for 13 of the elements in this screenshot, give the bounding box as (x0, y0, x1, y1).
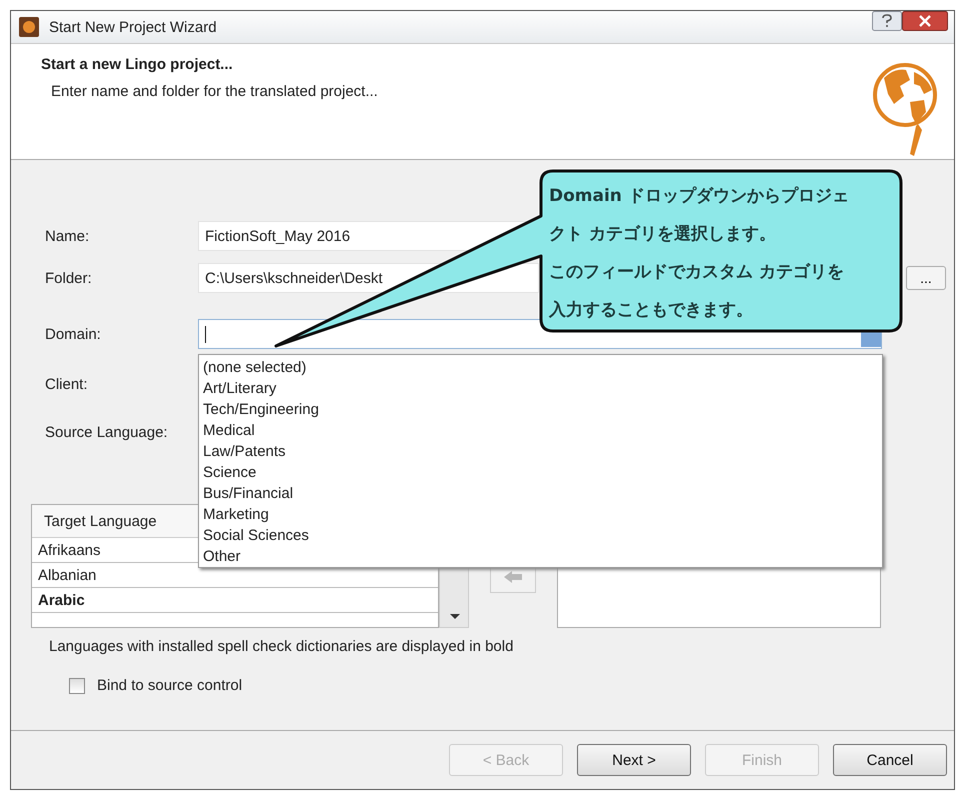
hint-text: Languages with installed spell check dictionaries are displayed in bold (48, 638, 514, 655)
callout-text: このフィールドでカスタム カテゴリを (549, 261, 844, 284)
field-label: Name: (44, 228, 90, 244)
field-label: Folder: (44, 270, 93, 286)
page-title: Start a new Lingo project... (41, 56, 234, 73)
field-label: Source Language: (44, 424, 169, 440)
callout-text: クト カテゴリを選択します。 (549, 223, 776, 246)
callout-text: 入力することもできます。 (549, 299, 753, 322)
field-label: Domain: (44, 326, 102, 342)
callout-text: Domain ドロップダウンからプロジェ (549, 185, 849, 208)
field-label: Client: (44, 376, 89, 392)
page-subtitle: Enter name and folder for the translated project... (51, 83, 378, 100)
window-title: Start New Project Wizard (49, 18, 218, 36)
